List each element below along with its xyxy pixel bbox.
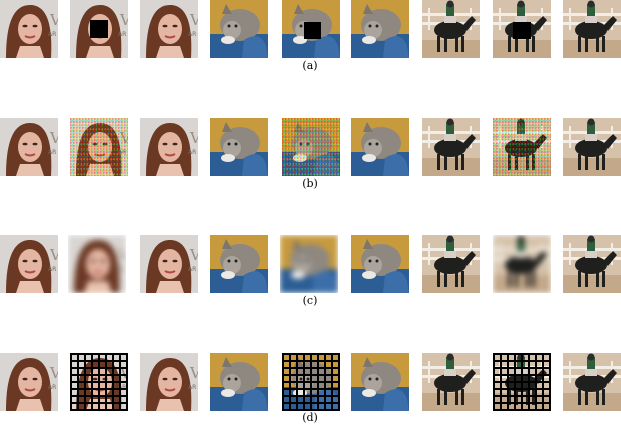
- mask-square: [304, 22, 321, 39]
- mask-square: [513, 22, 531, 39]
- horse-gridded-d: [493, 353, 551, 411]
- face-reconstructed-c: [140, 235, 198, 293]
- noise-overlay: [493, 118, 551, 176]
- horse-original-d: [422, 353, 480, 411]
- horse-noisy-b: [493, 118, 551, 176]
- face-reconstructed-d: [140, 353, 198, 411]
- grid-overlay: [493, 353, 551, 411]
- cat-blurred-c: [280, 235, 338, 293]
- mask-square: [90, 20, 108, 38]
- face-reconstructed-b: [140, 118, 198, 176]
- face-original-d: [0, 353, 58, 411]
- face-gridded-d: [70, 353, 128, 411]
- cat-masked-a: [282, 0, 340, 58]
- cat-original-b: [210, 118, 268, 176]
- cat-reconstructed-c: [351, 235, 409, 293]
- grid-overlay: [70, 353, 128, 411]
- horse-reconstructed-c: [563, 235, 621, 293]
- horse-reconstructed-b: [563, 118, 621, 176]
- cat-noisy-b: [282, 118, 340, 176]
- caption-c: (c): [302, 294, 318, 307]
- cat-original-c: [210, 235, 268, 293]
- caption-a: (a): [302, 59, 318, 72]
- caption-b: (b): [302, 177, 318, 190]
- face-original-b: [0, 118, 58, 176]
- face-masked-a: [70, 0, 128, 58]
- horse-reconstructed-d: [563, 353, 621, 411]
- horse-original-a: [422, 0, 480, 58]
- grid-overlay: [282, 353, 340, 411]
- cat-reconstructed-a: [351, 0, 409, 58]
- horse-original-b: [422, 118, 480, 176]
- face-blurred-c: [68, 235, 126, 293]
- face-reconstructed-a: [140, 0, 198, 58]
- cat-original-d: [210, 353, 268, 411]
- noise-overlay: [70, 118, 128, 176]
- cat-reconstructed-b: [351, 118, 409, 176]
- cat-gridded-d: [282, 353, 340, 411]
- face-original-a: [0, 0, 58, 58]
- cat-reconstructed-d: [351, 353, 409, 411]
- horse-blurred-c: [493, 235, 551, 293]
- caption-d: (d): [302, 411, 318, 424]
- cat-original-a: [210, 0, 268, 58]
- horse-original-c: [422, 235, 480, 293]
- noise-overlay: [282, 118, 340, 176]
- horse-reconstructed-a: [563, 0, 621, 58]
- face-original-c: [0, 235, 58, 293]
- face-noisy-b: [70, 118, 128, 176]
- horse-masked-a: [493, 0, 551, 58]
